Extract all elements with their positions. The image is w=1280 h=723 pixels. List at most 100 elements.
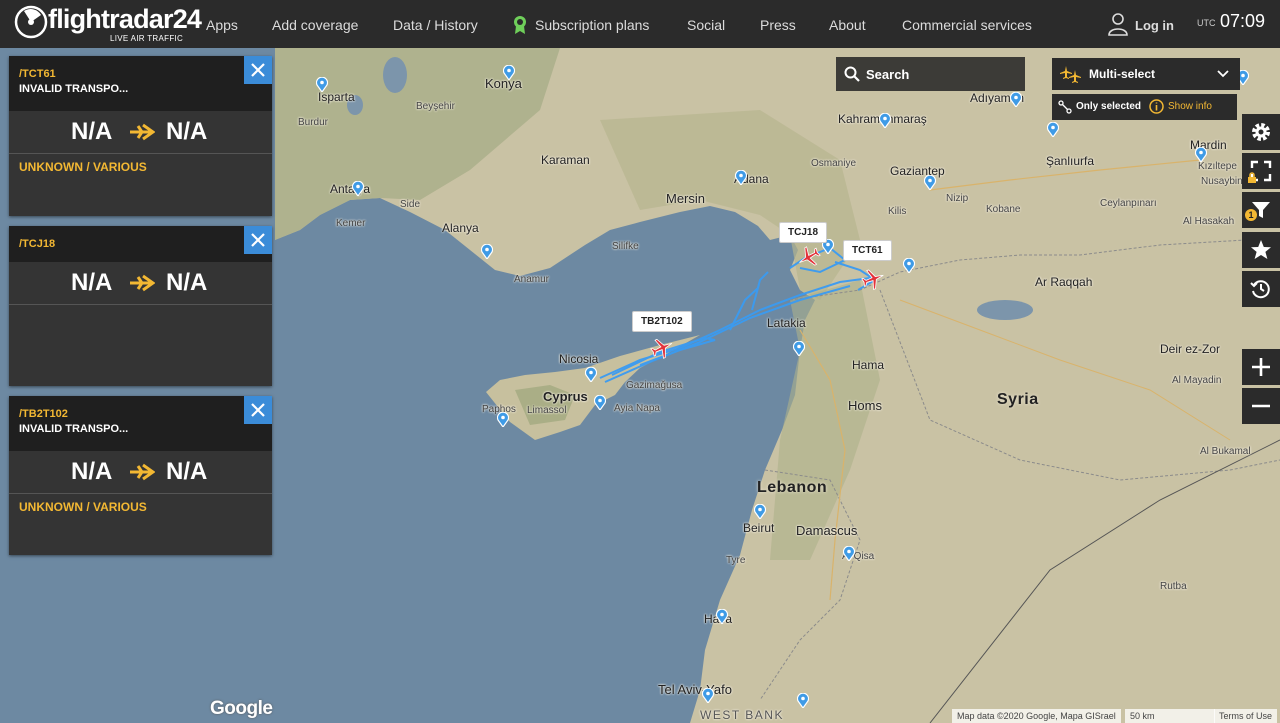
filter-count-badge: 1 [1245,209,1257,221]
city-label: Anamur [514,274,550,285]
city-label: Mersin [666,191,706,206]
nav-data-history[interactable]: Data / History [393,0,478,48]
city-label: Silifke [612,241,639,252]
airport-pin-icon[interactable] [843,546,855,561]
airport-pin-icon[interactable] [793,341,805,356]
chevron-down-icon [1217,70,1229,78]
only-selected-toggle[interactable]: Only selected [1076,101,1141,112]
airport-pin-icon[interactable] [585,367,597,382]
search-label: Search [866,67,910,82]
city-label: Al Mayadin [1172,375,1222,386]
city-label: Karaman [541,153,590,167]
close-panel-button[interactable] [244,226,272,254]
route-row: N/A N/A [9,451,272,493]
route-icon [1058,100,1072,114]
airport-pin-icon[interactable] [352,181,364,196]
map-attribution: Map data ©2020 Google, Mapa GISrael [952,709,1121,723]
airport-pin-icon[interactable] [716,609,728,624]
login-button[interactable]: Log in [1108,12,1174,36]
origin: N/A [71,118,113,145]
award-ribbon-icon [514,16,526,34]
callsign: /TCT61 [19,68,56,80]
airport-pin-icon[interactable] [503,65,515,80]
login-label: Log in [1135,18,1174,33]
utc-label: UTC [1197,18,1216,28]
region-label: WEST BANK [700,708,784,722]
aircraft-panel-tcj18[interactable]: /TCJ18 N/A N/A [9,226,272,386]
plane-arrow-icon [130,123,155,141]
panel-header: /TB2T102 INVALID TRANSPO... [9,396,272,451]
airport-pin-icon[interactable] [754,504,766,519]
airport-pin-icon[interactable] [1010,92,1022,107]
multi-select-dropdown[interactable]: Multi-select [1052,58,1240,90]
zoom-out-button[interactable] [1242,388,1280,424]
city-label: Gazimağusa [626,380,683,391]
country-label: Syria [997,391,1039,408]
nav-apps[interactable]: Apps [206,0,238,48]
airport-pin-icon[interactable] [316,77,328,92]
city-label: Cyprus [543,389,588,404]
city-label: Hama [852,358,885,372]
playback-button[interactable] [1242,271,1280,307]
nav-about[interactable]: About [829,0,866,48]
multi-plane-icon [1060,66,1081,83]
aircraft-type: INVALID TRANSPO... [19,423,129,435]
city-label: Deir ez-Zor [1160,342,1221,356]
airport-pin-icon[interactable] [1047,122,1059,137]
settings-button[interactable] [1242,114,1280,150]
airport-pin-icon[interactable] [903,258,915,273]
airline: UNKNOWN / VARIOUS [19,500,147,514]
aircraft-icon[interactable] [650,336,674,360]
airport-pin-icon[interactable] [1195,147,1207,162]
close-panel-button[interactable] [244,56,272,84]
airport-pin-icon[interactable] [924,175,936,190]
nav-social[interactable]: Social [687,0,725,48]
airport-pin-icon[interactable] [497,412,509,427]
zoom-in-button[interactable] [1242,349,1280,385]
country-label: Lebanon [757,479,828,496]
star-icon [1251,240,1271,259]
close-panel-button[interactable] [244,396,272,424]
city-label: Al Bukamal [1200,446,1251,457]
airport-pin-icon[interactable] [879,113,891,128]
aircraft-label-tcj18[interactable]: TCJ18 [779,222,828,243]
aircraft-label-tct61[interactable]: TCT61 [843,240,892,261]
fullscreen-button[interactable] [1242,153,1280,189]
airport-pin-icon[interactable] [735,170,747,185]
terms-link[interactable]: Terms of Use [1214,709,1278,723]
nav-add-coverage[interactable]: Add coverage [272,0,358,48]
destination: N/A [166,269,208,296]
plus-icon [1252,358,1270,376]
history-clock-icon [1250,280,1270,299]
aircraft-icon[interactable] [797,245,821,269]
city-label: Limassol [527,405,567,416]
airport-pin-icon[interactable] [702,688,714,703]
airport-pin-icon[interactable] [797,693,809,708]
search-box[interactable]: Search [836,57,1025,91]
show-info-toggle[interactable]: Show info [1168,101,1212,112]
utc-clock: 07:09 [1220,11,1266,31]
aircraft-panel-tb2t102[interactable]: /TB2T102 INVALID TRANSPO... N/A N/A UNKN… [9,396,272,555]
bookmarks-button[interactable] [1242,232,1280,268]
aircraft-icon[interactable] [861,267,885,291]
gear-icon [1252,123,1270,141]
airport-pin-icon[interactable] [594,395,606,410]
callsign: /TCJ18 [19,238,56,250]
city-label: Beirut [743,521,775,535]
aircraft-panel-tct61[interactable]: /TCT61 INVALID TRANSPO... N/A N/A UNKNOW… [9,56,272,216]
city-label: Ayia Napa [614,403,660,414]
nav-commercial-services[interactable]: Commercial services [902,0,1032,48]
city-label: Beyşehir [416,101,455,112]
nav-subscription-plans[interactable]: Subscription plans [535,0,649,48]
user-icon [1108,13,1128,36]
nav-press[interactable]: Press [760,0,796,48]
aircraft-label-tb2t102[interactable]: TB2T102 [632,311,692,332]
city-label: Homs [848,398,882,413]
filter-button[interactable]: 1 [1242,192,1280,228]
airport-pin-icon[interactable] [481,244,493,259]
radar-logo-icon[interactable] [14,5,48,39]
city-label: Alanya [442,221,479,235]
city-label: Kemer [336,218,366,229]
logo-text[interactable]: flightradar24 [48,4,202,34]
top-navbar: flightradar24 LIVE AIR TRAFFIC Apps Add … [0,0,1280,48]
